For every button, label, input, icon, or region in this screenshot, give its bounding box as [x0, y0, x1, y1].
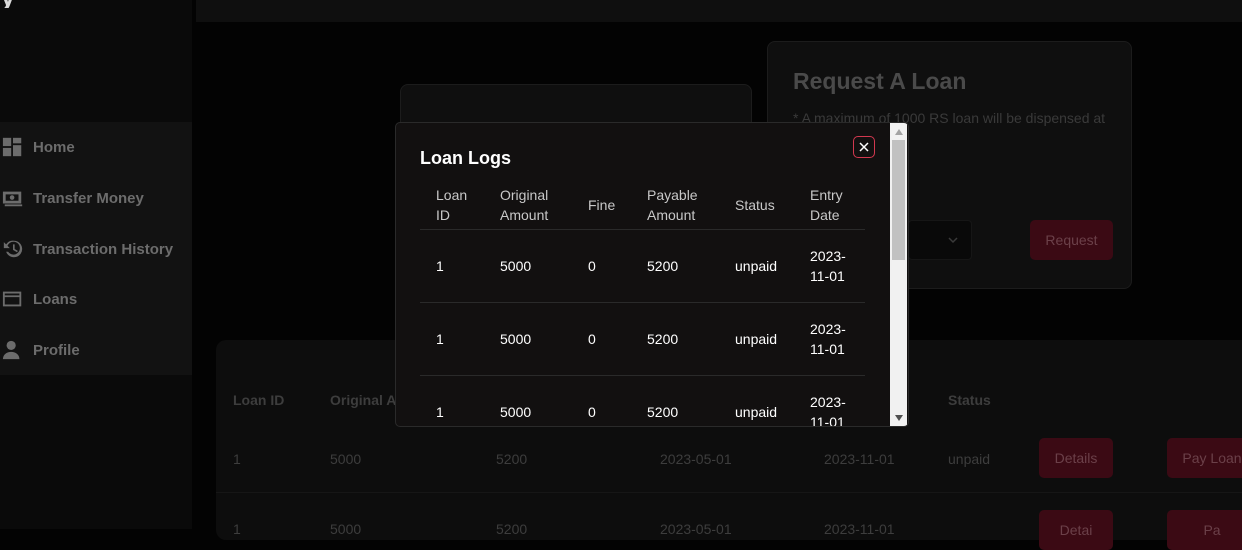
cell-payable-amount: 5200 [647, 258, 679, 274]
header-line: Payable [647, 187, 698, 203]
triangle-up-icon [894, 128, 903, 135]
cell-status: unpaid [735, 258, 778, 274]
pay-loan-button[interactable]: Pay Loan [1167, 438, 1242, 478]
header-line: Amount [647, 207, 696, 223]
header-line: Fine [588, 197, 616, 213]
modal-title: Loan Logs [420, 148, 511, 168]
sidebar-nav: Home Transfer Money Transaction History … [0, 122, 192, 375]
date-line: 2023- [810, 321, 846, 337]
column-header-entry-date: Entry Date [810, 185, 843, 225]
sidebar: y Home Transfer Money Transaction Histor… [0, 0, 192, 529]
header-line: ID [436, 207, 450, 223]
close-icon [859, 142, 869, 152]
sidebar-item-home[interactable]: Home [2, 132, 75, 162]
cell-entry-date: 2023- 11-01 [810, 246, 846, 286]
row-divider [420, 229, 865, 230]
column-header: Original A [330, 392, 397, 408]
header-line: Amount [500, 207, 549, 223]
scroll-up-button[interactable] [890, 123, 907, 140]
table-cell: 2023-05-01 [660, 451, 732, 467]
dashboard-icon [2, 137, 22, 157]
column-header-payable-amount: Payable Amount [647, 185, 698, 225]
column-header-fine: Fine [588, 195, 615, 215]
table-cell: 2023-05-01 [660, 521, 732, 537]
cell-loan-id: 1 [436, 258, 444, 274]
table-cell: 2023-11-01 [824, 451, 895, 467]
header-line: Status [735, 197, 775, 213]
sidebar-item-label: Profile [33, 341, 80, 359]
table-cell: 5200 [496, 521, 528, 537]
scroll-down-button[interactable] [890, 409, 907, 426]
app-logo: y [0, 0, 40, 8]
request-button[interactable]: Request [1030, 220, 1113, 260]
column-header: Loan ID [233, 392, 285, 408]
header-line: Entry [810, 187, 843, 203]
column-header-status: Status [735, 195, 775, 215]
chevron-down-icon [948, 237, 958, 244]
loan-logs-modal: Loan Logs Loan ID Original Amount Fine P… [395, 122, 909, 427]
sidebar-item-profile[interactable]: Profile [2, 335, 80, 365]
sidebar-item-label: Transfer Money [33, 189, 144, 207]
cell-entry-date: 2023- 11-01 [810, 319, 846, 359]
table-cell: 1 [233, 521, 241, 537]
cell-loan-id: 1 [436, 404, 444, 420]
credit-card-icon [2, 291, 22, 307]
cell-original-amount: 5000 [500, 331, 532, 347]
cell-original-amount: 5000 [500, 404, 532, 420]
loan-amount-select[interactable] [908, 220, 972, 260]
sidebar-item-label: Transaction History [33, 240, 174, 258]
scroll-thumb[interactable] [892, 140, 905, 260]
triangle-down-icon [894, 414, 903, 421]
table-cell: 5000 [330, 521, 362, 537]
sidebar-item-loans[interactable]: Loans [2, 284, 77, 314]
row-divider [420, 302, 865, 303]
sidebar-item-transaction-history[interactable]: Transaction History [2, 234, 173, 264]
cell-fine: 0 [588, 258, 596, 274]
column-header-original-amount: Original Amount [500, 185, 548, 225]
column-header: Status [948, 392, 991, 408]
header-line: Date [810, 207, 840, 223]
table-cell: 1 [233, 451, 241, 467]
header-line: Loan [436, 187, 468, 203]
table-cell: 2023-11-01 [824, 521, 895, 537]
sidebar-item-label: Home [33, 138, 75, 156]
cell-fine: 0 [588, 404, 596, 420]
cell-status: unpaid [735, 331, 778, 347]
cell-payable-amount: 5200 [647, 404, 679, 420]
date-line: 11-01 [810, 414, 845, 427]
date-line: 11-01 [810, 268, 845, 284]
row-divider [420, 375, 865, 376]
money-icon [2, 191, 23, 207]
row-divider [216, 492, 1242, 493]
cell-entry-date: 2023- 11-01 [810, 392, 846, 427]
details-button[interactable]: Details [1039, 438, 1113, 478]
date-line: 11-01 [810, 341, 845, 357]
modal-scrollbar[interactable] [890, 123, 907, 426]
column-header-loan-id: Loan ID [436, 185, 467, 225]
cell-original-amount: 5000 [500, 258, 532, 274]
user-icon [2, 340, 20, 360]
table-cell: 5000 [330, 451, 362, 467]
details-button[interactable]: Detai [1039, 510, 1113, 550]
table-cell: unpaid [948, 451, 991, 467]
cell-payable-amount: 5200 [647, 331, 679, 347]
request-loan-title: Request A Loan [793, 68, 967, 94]
cell-loan-id: 1 [436, 331, 444, 347]
date-line: 2023- [810, 248, 846, 264]
pay-loan-button[interactable]: Pa [1167, 510, 1242, 550]
sidebar-item-transfer-money[interactable]: Transfer Money [2, 183, 144, 213]
sidebar-item-label: Loans [33, 290, 78, 308]
cell-fine: 0 [588, 331, 596, 347]
date-line: 2023- [810, 394, 846, 410]
header-line: Original [500, 187, 549, 203]
table-cell: 5200 [496, 451, 528, 467]
history-icon [3, 240, 23, 258]
top-bar [196, 0, 1242, 22]
close-button[interactable] [853, 136, 875, 158]
cell-status: unpaid [735, 404, 778, 420]
